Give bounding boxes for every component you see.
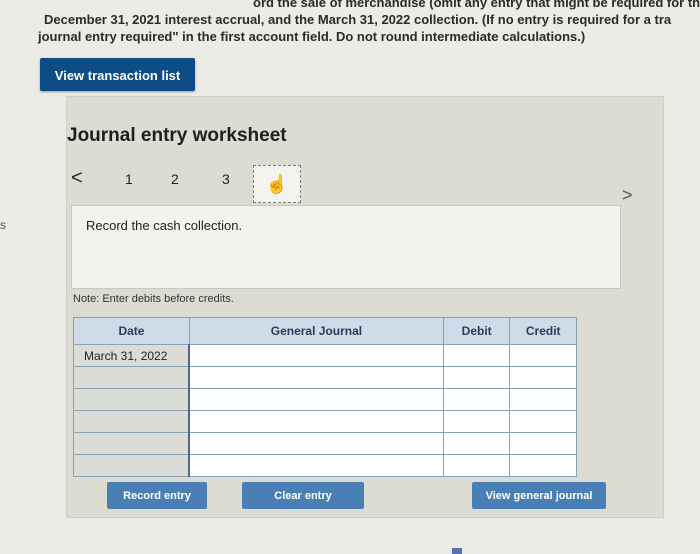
table-row: [73, 410, 577, 433]
task-description-box: Record the cash collection.: [71, 205, 621, 289]
hand-pointer-icon: ☝: [265, 174, 289, 194]
debit-field[interactable]: [442, 432, 511, 455]
page-1-link[interactable]: 1: [125, 171, 133, 187]
debit-field[interactable]: [442, 366, 511, 389]
instructions-text: ord the sale of merchandise (omit any en…: [38, 0, 700, 45]
account-field[interactable]: [188, 432, 444, 455]
journal-entry-table: Date General Journal Debit Credit March …: [73, 317, 577, 477]
account-field[interactable]: [188, 410, 444, 433]
general-journal-column-header: General Journal: [188, 317, 444, 345]
date-cell[interactable]: [73, 454, 190, 477]
table-row: March 31, 2022: [73, 344, 577, 367]
account-field[interactable]: [188, 344, 444, 367]
entry-note: Note: Enter debits before credits.: [73, 293, 234, 305]
table-row: [73, 388, 577, 411]
credit-field[interactable]: [509, 454, 577, 477]
date-cell[interactable]: [73, 410, 190, 433]
date-cell[interactable]: [73, 366, 190, 389]
date-cell[interactable]: [73, 388, 190, 411]
table-row: [73, 454, 577, 477]
account-field[interactable]: [188, 366, 444, 389]
debit-field[interactable]: [442, 410, 511, 433]
view-transaction-list-button[interactable]: View transaction list: [40, 58, 195, 91]
credit-field[interactable]: [509, 388, 577, 411]
debit-column-header: Debit: [442, 317, 511, 345]
debit-field[interactable]: [442, 388, 511, 411]
left-edge-fragment: s: [0, 218, 6, 232]
credit-column-header: Credit: [509, 317, 577, 345]
table-row: [73, 366, 577, 389]
bottom-edge-marker: [452, 548, 462, 554]
table-row: [73, 432, 577, 455]
view-general-journal-button[interactable]: View general journal: [472, 482, 606, 509]
credit-field[interactable]: [509, 344, 577, 367]
page-4-link-current[interactable]: ☝: [253, 165, 301, 203]
journal-entry-worksheet: Journal entry worksheet < 1 2 3 ☝ > Reco…: [66, 96, 664, 518]
instructions-line-2: December 31, 2021 interest accrual, and …: [44, 12, 672, 27]
page-3-link[interactable]: 3: [222, 171, 230, 187]
instructions-line-3: journal entry required" in the first acc…: [38, 29, 586, 44]
clear-entry-button[interactable]: Clear entry: [242, 482, 364, 509]
worksheet-pager: < 1 2 3 ☝ >: [67, 165, 663, 205]
account-field[interactable]: [188, 454, 444, 477]
account-field[interactable]: [188, 388, 444, 411]
debit-field[interactable]: [442, 344, 511, 367]
debit-field[interactable]: [442, 454, 511, 477]
worksheet-title: Journal entry worksheet: [67, 125, 287, 146]
date-cell[interactable]: [73, 432, 190, 455]
credit-field[interactable]: [509, 432, 577, 455]
date-cell[interactable]: March 31, 2022: [73, 344, 190, 367]
instructions-line-1: ord the sale of merchandise (omit any en…: [253, 0, 700, 10]
task-description: Record the cash collection.: [86, 218, 243, 233]
next-page-chevron-icon[interactable]: >: [622, 185, 633, 206]
record-entry-button[interactable]: Record entry: [107, 482, 207, 509]
date-column-header: Date: [73, 317, 190, 345]
prev-page-chevron-icon[interactable]: <: [71, 167, 83, 190]
credit-field[interactable]: [509, 366, 577, 389]
credit-field[interactable]: [509, 410, 577, 433]
page-2-link[interactable]: 2: [171, 171, 179, 187]
